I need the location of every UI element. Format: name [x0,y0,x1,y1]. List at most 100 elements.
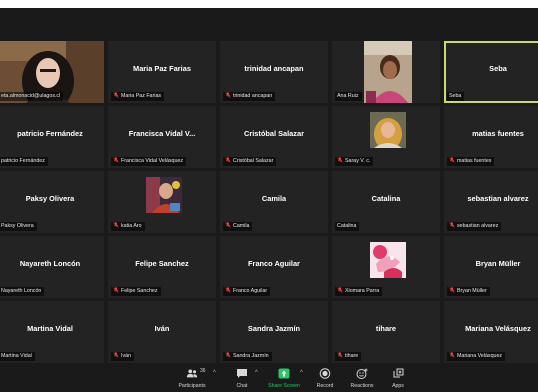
participant-label: Cristóbal Salazar [223,157,277,166]
participant-label: Bryan Müller [447,287,490,296]
reactions-icon [356,368,368,379]
apps-label: Apps [392,383,404,389]
participant-label-text: Seba [449,93,462,99]
participant-label: Ana Ruiz [335,92,362,101]
record-button[interactable]: Record [307,368,343,389]
participants-label: Participants [178,383,206,389]
participant-label: katia Aro [111,222,145,231]
participant-name: Camila [261,194,287,203]
participant-tile[interactable]: sebastian alvarez sebastian alvarez [444,171,538,233]
share-screen-icon [278,368,290,379]
muted-mic-icon [113,222,119,228]
participant-tile[interactable]: Franco Aguilar Franco Aguilar [220,236,328,298]
reactions-button[interactable]: Reactions [344,368,380,389]
participant-label-text: katia Aro [121,223,142,229]
participant-video [370,242,406,278]
muted-mic-icon [113,92,119,98]
participant-tile[interactable]: katia Aro [108,171,216,233]
participant-tile[interactable]: patricio Fernández patricio Fernández [0,106,104,168]
muted-mic-icon [113,352,119,358]
participant-label-text: Xiomara Parra [345,288,380,294]
apps-button[interactable]: Apps [380,368,416,389]
participants-count: 36 [200,368,206,374]
participant-tile[interactable]: Seba Seba [444,41,538,103]
participant-label-text: Felipe Sanchez [121,288,158,294]
participant-label-text: sebastian alvarez [457,223,499,229]
participant-label-text: Francisca Vidal Velásquez [121,158,184,164]
participant-name: Paksy Olivera [25,194,75,203]
participant-tile[interactable]: matias fuentes matias fuentes [444,106,538,168]
muted-mic-icon [225,222,231,228]
participant-name: Cristóbal Salazar [244,129,304,138]
participant-tile[interactable]: Francisca Vidal V... Francisca Vidal Velá… [108,106,216,168]
share-screen-button[interactable]: Share Screen [266,368,302,389]
muted-mic-icon [225,157,231,163]
share-options-caret[interactable]: ^ [300,370,303,376]
participant-label: Seba [447,92,465,101]
record-icon [319,368,331,379]
participant-tile[interactable]: eta.almonacid@ulagos.cl [0,41,104,103]
participant-label: trinidad ancapan [223,92,276,101]
participant-tile[interactable]: tihare tihare [332,301,440,363]
participants-icon [186,369,198,378]
record-label: Record [316,383,334,389]
muted-mic-icon [225,287,231,293]
participant-tile[interactable]: Paksy Olivera Paksy Olivera [0,171,104,233]
participant-tile[interactable]: Sandra Jazmín Sandra Jazmín [220,301,328,363]
chat-icon [237,369,247,378]
participant-tile[interactable]: Saray V. c. [332,106,440,168]
participant-label: Camila [223,222,253,231]
participant-tile[interactable]: Nayareth Loncón Nayareth Loncón [0,236,104,298]
meeting-toolbar: 36 Participants ^ Chat ^ Share Screen ^ … [0,366,538,392]
participants-button[interactable]: 36 Participants [174,368,210,389]
participant-label-text: Maria Paz Farias [121,93,162,99]
participant-tile[interactable]: Catalina Catalina [332,171,440,233]
share-screen-label: Share Screen [268,383,300,389]
participant-name: Francisca Vidal V... [128,129,196,138]
participant-label: Sandra Jazmín [223,352,272,361]
participant-name: Bryan Müller [475,259,521,268]
muted-mic-icon [337,287,343,293]
participant-label-text: Camila [233,223,250,229]
participant-tile[interactable]: Mariana Velásquez Mariana Velásquez [444,301,538,363]
participant-tile[interactable]: Ana Ruiz [332,41,440,103]
participant-tile[interactable]: Bryan Müller Bryan Müller [444,236,538,298]
participant-name: sebastian alvarez [467,194,529,203]
participant-name: Felipe Sanchez [135,259,189,268]
participant-label-text: Paksy Olivera [1,223,34,229]
participant-label-text: trinidad ancapan [233,93,273,99]
participant-label: Francisca Vidal Velásquez [111,157,187,166]
participant-label: Xiomara Parra [335,287,383,296]
participant-tile[interactable]: Maria Paz Farias Maria Paz Farias [108,41,216,103]
participant-name: Mariana Velásquez [465,324,531,333]
participant-label-text: Cristóbal Salazar [233,158,274,164]
participant-label: tihare [335,352,362,361]
participants-options-caret[interactable]: ^ [213,370,216,376]
participant-grid: eta.almonacid@ulagos.cl Maria Paz Farias M… [0,41,538,367]
participant-label: Franco Aguilar [223,287,271,296]
participant-tile[interactable]: Iván Iván [108,301,216,363]
participant-name: matias fuentes [472,129,524,138]
participant-label-text: Saray V. c. [345,158,371,164]
participant-tile[interactable]: Xiomara Parra [332,236,440,298]
participant-tile[interactable]: Cristóbal Salazar Cristóbal Salazar [220,106,328,168]
participant-label: Saray V. c. [335,157,374,166]
participant-tile[interactable]: Martina Vidal Martina Vidal [0,301,104,363]
muted-mic-icon [337,352,343,358]
participant-label: sebastian alvarez [447,222,502,231]
participant-name: tihare [375,324,397,333]
participant-name: trinidad ancapan [244,64,304,73]
muted-mic-icon [113,287,119,293]
participant-label: Paksy Olivera [0,222,37,231]
participant-label-text: Iván [121,353,132,359]
participant-tile[interactable]: Felipe Sanchez Felipe Sanchez [108,236,216,298]
chat-options-caret[interactable]: ^ [255,370,258,376]
participant-video [364,41,412,103]
muted-mic-icon [225,92,231,98]
participant-tile[interactable]: Camila Camila [220,171,328,233]
participant-label: patricio Fernández [0,157,48,166]
participant-label-text: patricio Fernández [1,158,45,164]
participant-tile[interactable]: trinidad ancapan trinidad ancapan [220,41,328,103]
participant-label: eta.almonacid@ulagos.cl [0,92,64,101]
muted-mic-icon [449,352,455,358]
